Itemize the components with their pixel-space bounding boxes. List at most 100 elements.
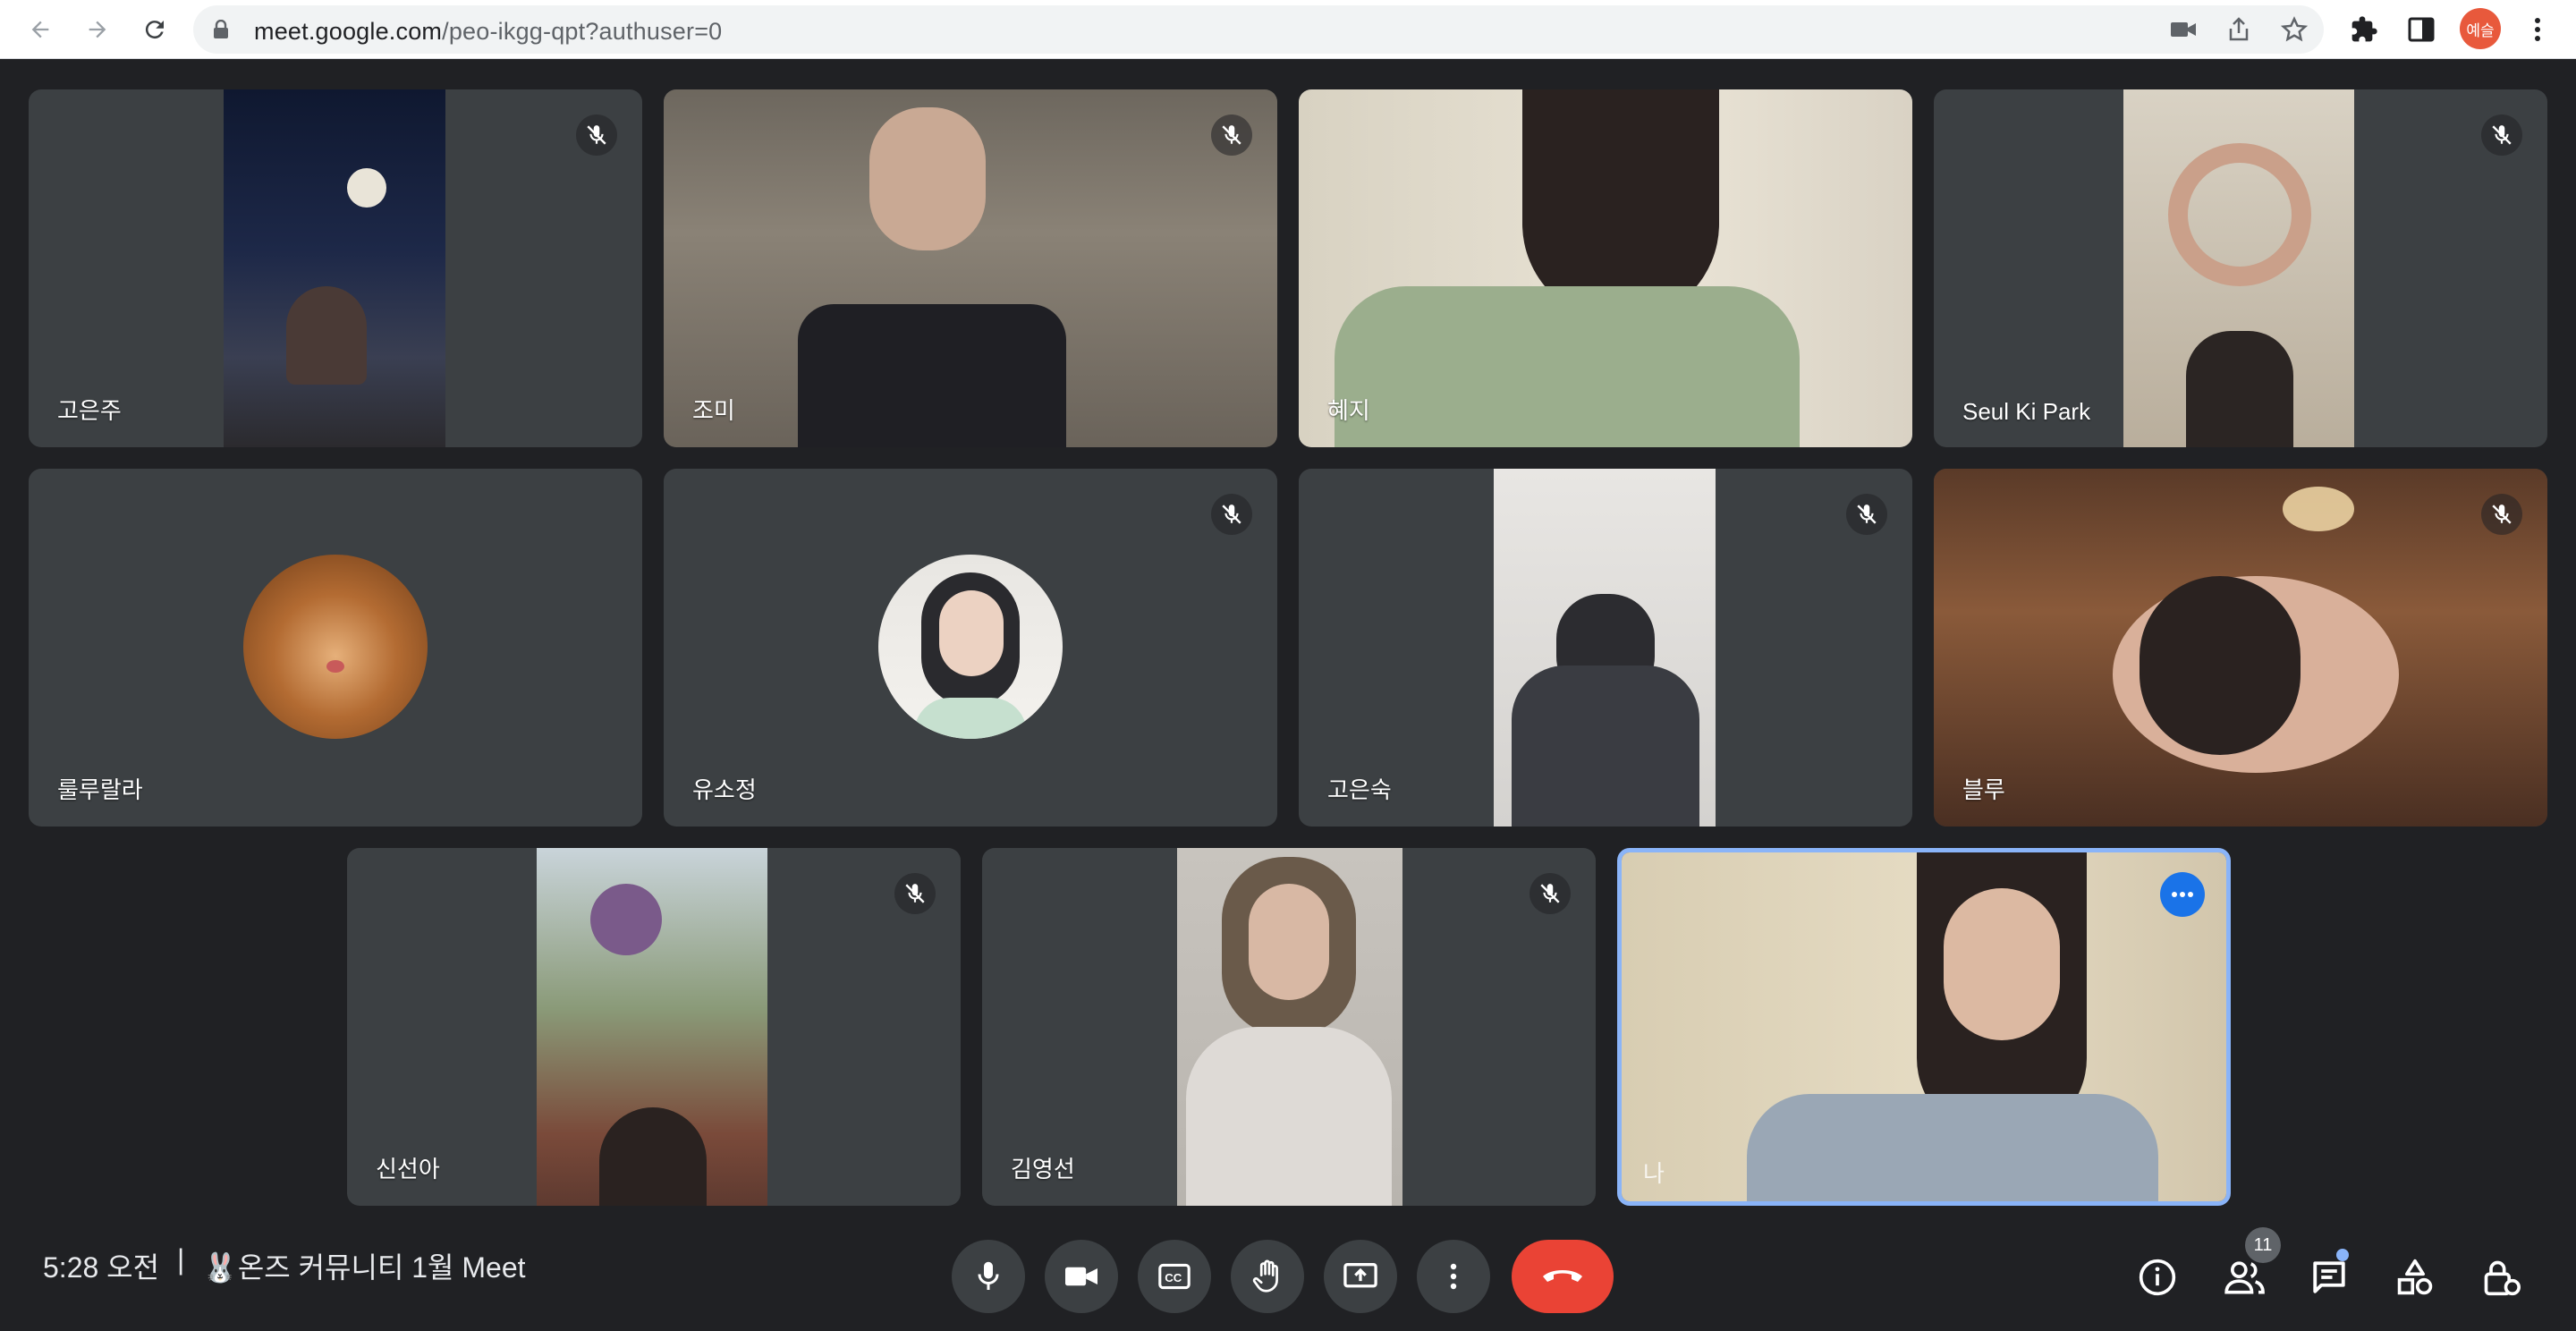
meeting-controls-bar: 5:28 오전 | 🐰온즈 커뮤니티 1월 Meet CC 11 xyxy=(0,1204,2576,1331)
side-panel-icon[interactable] xyxy=(2404,13,2438,47)
microphone-button[interactable] xyxy=(952,1240,1025,1313)
more-options-button[interactable] xyxy=(1417,1240,1490,1313)
person-shape xyxy=(599,1107,707,1206)
people-icon xyxy=(2224,1261,2265,1294)
participant-name: 김영선 xyxy=(1011,1156,1075,1183)
participant-name: 신선아 xyxy=(376,1156,440,1183)
activities-button[interactable] xyxy=(2388,1250,2442,1304)
chat-button[interactable] xyxy=(2302,1250,2356,1304)
mic-off-icon xyxy=(1211,114,1252,156)
participant-tile[interactable]: 김영선 xyxy=(982,848,1596,1206)
mic-off-icon xyxy=(2481,114,2522,156)
captions-icon: CC xyxy=(1158,1263,1191,1290)
info-icon xyxy=(2139,1259,2176,1296)
participant-name: 고은주 xyxy=(57,397,122,424)
participant-tile[interactable]: 블루 xyxy=(1934,469,2547,827)
leave-call-button[interactable] xyxy=(1512,1240,1614,1313)
avatar xyxy=(878,555,1063,739)
participant-name: 블루 xyxy=(1962,776,2005,803)
mic-off-icon xyxy=(1211,494,1252,535)
participant-tile[interactable]: 혜지 xyxy=(1299,89,1912,447)
participant-tile[interactable]: Seul Ki Park xyxy=(1934,89,2547,447)
self-label: 나 xyxy=(1643,1160,1665,1187)
mic-off-icon xyxy=(1530,873,1571,914)
clock-time: 5:28 오전 xyxy=(43,1251,160,1284)
cat-nose-shape xyxy=(326,660,344,673)
person-shape xyxy=(2186,331,2293,447)
activities-icon xyxy=(2397,1259,2433,1295)
share-icon[interactable] xyxy=(2225,16,2252,43)
meeting-details-button[interactable] xyxy=(2131,1250,2184,1304)
mic-off-icon xyxy=(1846,494,1887,535)
participant-video xyxy=(1177,848,1402,1206)
svg-text:CC: CC xyxy=(1165,1271,1182,1284)
meeting-title: 🐰온즈 커뮤니티 1월 Meet xyxy=(202,1251,526,1284)
participant-tile[interactable]: 유소정 xyxy=(664,469,1277,827)
browser-menu-icon[interactable] xyxy=(2521,13,2555,47)
participant-tile[interactable]: 고은숙 xyxy=(1299,469,1912,827)
address-bar[interactable]: meet.google.com/peo-ikgg-qpt?authuser=0 xyxy=(193,5,2324,54)
participant-video xyxy=(1299,89,1912,447)
avatar xyxy=(243,555,428,739)
flower-shape xyxy=(590,884,662,955)
participant-name: 혜지 xyxy=(1327,397,1370,424)
heart-hands-shape xyxy=(2168,143,2311,286)
participant-name: 유소정 xyxy=(692,776,757,803)
participant-video xyxy=(664,89,1277,447)
extensions-icon[interactable] xyxy=(2347,13,2381,47)
person-shape xyxy=(798,304,1066,447)
participant-name: 고은숙 xyxy=(1327,776,1392,803)
participant-name: Seul Ki Park xyxy=(1962,398,2091,425)
person-shape xyxy=(1249,884,1329,1000)
back-icon[interactable] xyxy=(18,7,63,52)
videocam-icon xyxy=(1065,1267,1097,1286)
url-text[interactable]: meet.google.com/peo-ikgg-qpt?authuser=0 xyxy=(254,18,722,46)
present-screen-icon xyxy=(1343,1263,1377,1288)
browser-toolbar: meet.google.com/peo-ikgg-qpt?authuser=0 … xyxy=(0,0,2576,59)
microphone-icon xyxy=(978,1261,999,1290)
person-shape xyxy=(1944,888,2060,1040)
mic-off-icon xyxy=(2481,494,2522,535)
chat-icon xyxy=(2313,1261,2345,1293)
raise-hand-button[interactable] xyxy=(1231,1240,1304,1313)
captions-button[interactable]: CC xyxy=(1138,1240,1211,1313)
forward-icon[interactable] xyxy=(75,7,120,52)
raise-hand-icon xyxy=(1252,1259,1278,1293)
meeting-stage: 고은주 조미 혜지 Seul Ki Park 룰루랄라 유소정 고은숙 블루 신… xyxy=(0,60,2576,1331)
camera-button[interactable] xyxy=(1045,1240,1118,1313)
host-controls-button[interactable] xyxy=(2474,1250,2528,1304)
person-shape xyxy=(286,286,367,385)
self-tile[interactable]: 나 xyxy=(1617,848,2231,1206)
participant-video xyxy=(1934,469,2547,827)
camera-in-use-icon[interactable] xyxy=(2170,16,2197,43)
host-controls-lock-icon xyxy=(2484,1260,2521,1296)
lock-icon[interactable] xyxy=(213,19,229,39)
unread-chat-dot xyxy=(2336,1249,2349,1261)
present-screen-button[interactable] xyxy=(1324,1240,1397,1313)
person-shape xyxy=(939,590,1004,676)
reload-icon[interactable] xyxy=(132,7,177,52)
profile-avatar[interactable]: 예슬 xyxy=(2460,8,2501,49)
participant-tile[interactable]: 조미 xyxy=(664,89,1277,447)
participant-count-badge: 11 xyxy=(2245,1227,2281,1263)
bookmark-star-icon[interactable] xyxy=(2281,16,2308,43)
self-video xyxy=(1622,852,2226,1201)
more-vert-icon xyxy=(1450,1263,1457,1290)
participant-tile[interactable]: 신선아 xyxy=(347,848,961,1206)
person-shape xyxy=(1335,286,1800,447)
more-options-icon[interactable] xyxy=(2160,872,2205,917)
participant-tile[interactable]: 룰루랄라 xyxy=(29,469,642,827)
participant-video xyxy=(1494,469,1716,827)
participant-tile[interactable]: 고은주 xyxy=(29,89,642,447)
person-shape xyxy=(1186,1027,1392,1206)
participant-name: 조미 xyxy=(692,397,735,424)
person-shape xyxy=(914,698,1027,739)
call-end-icon xyxy=(1543,1270,1582,1282)
person-shape xyxy=(1747,1094,2158,1201)
person-shape xyxy=(2140,576,2301,755)
mic-off-icon xyxy=(576,114,617,156)
participant-video xyxy=(537,848,767,1206)
participant-video xyxy=(2123,89,2354,447)
person-shape xyxy=(1512,666,1699,827)
moon-shape xyxy=(347,168,386,208)
